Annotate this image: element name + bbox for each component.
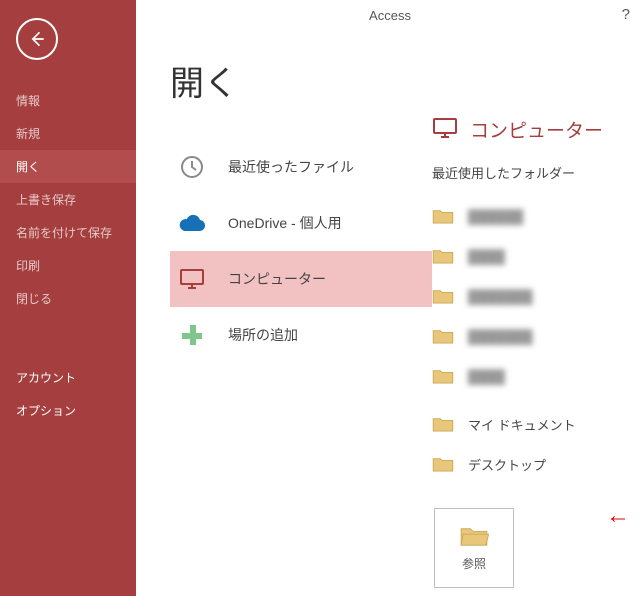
recent-folder-row[interactable]: ████: [432, 356, 644, 396]
monitor-icon: [178, 265, 206, 293]
back-button[interactable]: [16, 18, 58, 60]
browse-button[interactable]: 参照: [434, 508, 514, 588]
folder-icon: [432, 288, 454, 304]
plus-icon: [178, 321, 206, 349]
fixed-folder-row[interactable]: マイ ドキュメント: [432, 404, 644, 444]
folder-icon: [432, 416, 454, 432]
recent-folder-row[interactable]: ██████: [432, 196, 644, 236]
recent-folder-row[interactable]: ████: [432, 236, 644, 276]
sidebar-item-4[interactable]: 名前を付けて保存: [0, 216, 136, 249]
folder-icon: [432, 328, 454, 344]
recent-folder-row[interactable]: ███████: [432, 276, 644, 316]
location-item-clock[interactable]: 最近使ったファイル: [170, 139, 432, 195]
folder-name: ███████: [468, 289, 532, 304]
location-label: 最近使ったファイル: [228, 157, 354, 177]
browse-label: 参照: [462, 555, 486, 572]
folder-icon: [432, 248, 454, 264]
folder-icon: [432, 208, 454, 224]
help-button[interactable]: ?: [622, 6, 630, 23]
sidebar-item-0[interactable]: 情報: [0, 84, 136, 117]
clock-icon: [178, 153, 206, 181]
monitor-icon: [432, 117, 458, 142]
sidebar-item-3[interactable]: 上書き保存: [0, 183, 136, 216]
sidebar-item-6[interactable]: 閉じる: [0, 282, 136, 315]
folder-name: マイ ドキュメント: [468, 415, 576, 434]
folder-name: ████: [468, 369, 505, 384]
sidebar-bottom-item-1[interactable]: オプション: [0, 394, 136, 427]
annotation-arrow: ←: [606, 502, 630, 530]
arrow-left-icon: [27, 29, 47, 49]
sidebar-item-2[interactable]: 開く: [0, 150, 136, 183]
folder-name: ███████: [468, 329, 532, 344]
location-label: コンピューター: [228, 269, 326, 289]
location-item-cloud[interactable]: OneDrive - 個人用: [170, 195, 432, 251]
recent-folder-row[interactable]: ███████: [432, 316, 644, 356]
folder-icon: [432, 456, 454, 472]
sidebar-item-1[interactable]: 新規: [0, 117, 136, 150]
sidebar-bottom-item-0[interactable]: アカウント: [0, 361, 136, 394]
app-title: Access: [136, 8, 644, 23]
folder-icon: [432, 368, 454, 384]
recent-folders-label: 最近使用したフォルダー: [432, 163, 644, 182]
location-label: 場所の追加: [228, 325, 298, 345]
right-panel-title: コンピューター: [470, 116, 603, 143]
fixed-folder-row[interactable]: デスクトップ: [432, 444, 644, 484]
location-item-monitor[interactable]: コンピューター: [170, 251, 432, 307]
sidebar-item-5[interactable]: 印刷: [0, 249, 136, 282]
location-label: OneDrive - 個人用: [228, 213, 342, 233]
folder-name: ████: [468, 249, 505, 264]
folder-name: ██████: [468, 209, 523, 224]
cloud-icon: [178, 209, 206, 237]
folder-name: デスクトップ: [468, 455, 546, 474]
folder-open-icon: [459, 525, 489, 547]
location-item-plus[interactable]: 場所の追加: [170, 307, 432, 363]
page-title: 開く: [170, 56, 432, 105]
